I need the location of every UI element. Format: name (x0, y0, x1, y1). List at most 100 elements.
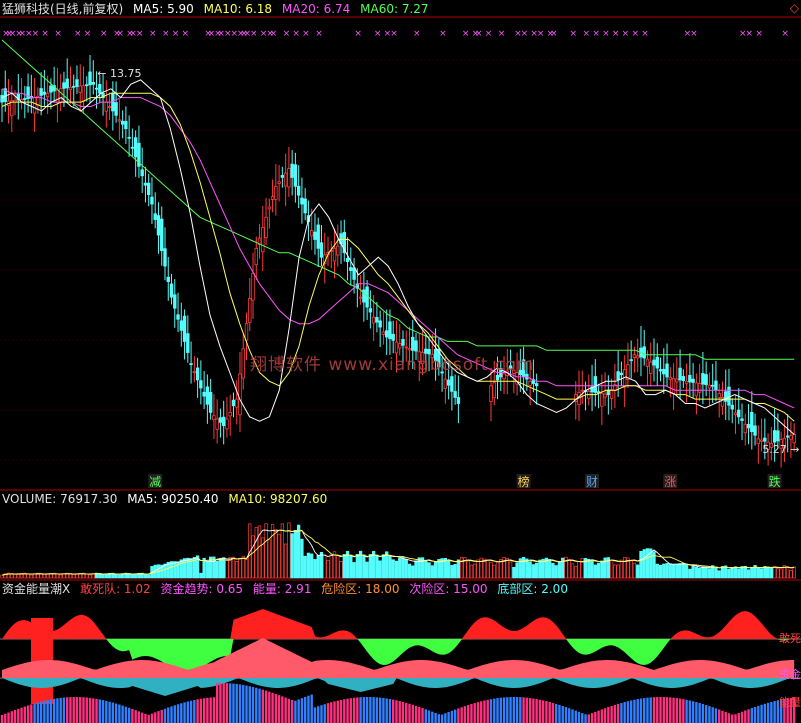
volume-bar (303, 555, 307, 579)
volume-bar (182, 558, 187, 579)
candle-body (629, 359, 633, 362)
energy-bar (330, 702, 333, 723)
energy-bar (558, 704, 561, 723)
volume-bar (779, 568, 783, 579)
candle-body (163, 248, 167, 267)
energy-bar (639, 698, 643, 723)
volume-bar (587, 558, 591, 579)
diamond-icon[interactable]: ◇ (790, 1, 799, 15)
candle-body (23, 98, 27, 100)
energy-bar (662, 697, 665, 723)
candle-body (600, 393, 604, 407)
energy-bar (555, 703, 558, 723)
volume-bar (688, 568, 692, 579)
energy-bar (290, 700, 294, 723)
candle-body (313, 231, 317, 240)
candle-body (336, 245, 340, 256)
candle-body (296, 185, 301, 196)
volume-bar (508, 561, 513, 579)
candle-body (202, 391, 206, 397)
energy-bar (414, 705, 418, 723)
bottom-label: 底部区: 2.00 (497, 582, 568, 596)
volume-bar (694, 566, 699, 579)
energy-bar (541, 700, 545, 723)
energy-bar (127, 707, 131, 723)
candle-body (91, 82, 95, 85)
volume-bar (619, 559, 624, 579)
energy-bar (382, 698, 385, 723)
candle-body (632, 354, 637, 358)
volume-bar (319, 551, 324, 579)
energy-bar (193, 699, 196, 723)
candle-body (603, 393, 607, 398)
energy-bar (300, 698, 304, 723)
volume-bar (704, 567, 708, 579)
volume-bar (342, 554, 346, 579)
candle-body (710, 384, 715, 387)
candle-body (267, 206, 272, 210)
energy-bar (33, 703, 36, 723)
energy-bar (49, 699, 53, 723)
candle-body (636, 355, 640, 359)
price-annotation: 5.27 → (762, 443, 799, 456)
candle-body (176, 314, 180, 320)
volume-bar (424, 559, 428, 579)
energy-bar (52, 698, 56, 723)
volume-bar (492, 564, 496, 579)
candle-body (283, 172, 288, 187)
volume-bar (368, 554, 373, 579)
energy-bar (493, 698, 496, 723)
candle-body (759, 439, 764, 442)
energy-bar (551, 702, 555, 723)
candle-body (371, 316, 376, 324)
signal-mark: × (746, 29, 754, 39)
energy-label: 能量: 2.91 (252, 582, 312, 596)
volume-bar (381, 554, 386, 579)
candle-body (169, 283, 174, 298)
energy-bar (323, 704, 326, 723)
energy-bar (450, 710, 454, 723)
volume-bar (427, 562, 431, 579)
energy-bar (682, 699, 685, 723)
signal-mark: × (781, 29, 789, 39)
candle-body (691, 378, 695, 383)
energy-bar (568, 708, 571, 723)
candle-body (345, 258, 350, 263)
energy-bar (502, 697, 506, 723)
energy-bar (183, 702, 186, 723)
candle-body (0, 95, 4, 103)
candle-body (114, 102, 118, 116)
energy-bar (770, 701, 773, 723)
candle-body (489, 385, 493, 402)
signal-mark: × (602, 29, 610, 39)
energy-bar (281, 696, 284, 723)
candle-body (681, 376, 686, 382)
energy-bar (453, 709, 457, 723)
signal-mark: × (41, 29, 49, 39)
candle-body (218, 417, 223, 423)
energy-bar (229, 683, 232, 723)
energy-bar (4, 713, 7, 723)
volume-bar (600, 560, 604, 579)
energy-bar (294, 700, 297, 723)
candle-body (39, 88, 43, 96)
volume-bar (570, 563, 575, 579)
energy-bar (587, 714, 590, 723)
candle-body (404, 346, 408, 349)
energy-bar (701, 703, 705, 723)
volume-bar (446, 560, 451, 579)
event-label: 涨 (664, 474, 676, 489)
candle-body (241, 348, 245, 379)
volume-bar (411, 565, 415, 579)
volume-bar (173, 561, 177, 579)
dsd-label: 敢死队: 1.02 (80, 582, 151, 596)
volume-bar (45, 574, 50, 579)
candle-body (153, 213, 157, 220)
energy-bar (574, 710, 577, 723)
volume-bar (596, 562, 601, 579)
energy-bar (398, 701, 401, 723)
volume-bar (13, 574, 17, 579)
signal-mark: × (462, 29, 470, 39)
volume-bar (430, 565, 434, 579)
candle-body (55, 89, 60, 103)
